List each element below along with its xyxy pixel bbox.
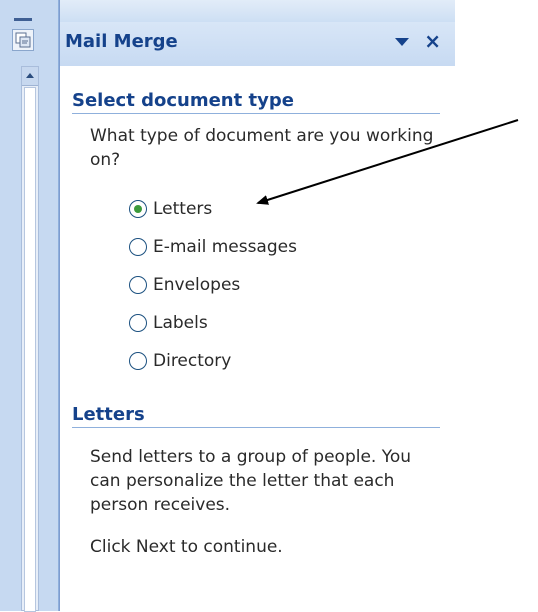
pane-header: Mail Merge × xyxy=(60,22,455,67)
option-email-messages[interactable]: E-mail messages xyxy=(129,234,297,260)
task-pane-icon xyxy=(15,32,31,48)
scroll-thumb[interactable] xyxy=(24,87,36,612)
left-gutter xyxy=(0,0,59,612)
close-icon[interactable]: × xyxy=(424,31,441,51)
mail-merge-pane: Mail Merge × Select document type What t… xyxy=(59,0,455,611)
option-directory[interactable]: Directory xyxy=(129,348,231,374)
option-label: Letters xyxy=(153,199,213,219)
option-label: E-mail messages xyxy=(153,237,297,257)
section-heading-letters: Letters xyxy=(72,404,440,428)
pane-body: Select document type What type of docume… xyxy=(60,66,455,611)
option-label: Directory xyxy=(153,351,232,371)
next-instruction: Click Next to continue. xyxy=(90,537,283,557)
document-type-prompt: What type of document are you working on… xyxy=(90,126,434,170)
radio-letters[interactable] xyxy=(129,200,147,218)
scroll-up-icon xyxy=(26,73,34,78)
section-heading-document-type: Select document type xyxy=(72,90,440,114)
option-label: Labels xyxy=(153,313,208,333)
option-label: Envelopes xyxy=(153,275,241,295)
chevron-down-icon[interactable] xyxy=(395,38,409,46)
scrollbar[interactable] xyxy=(21,66,39,612)
letters-description: Send letters to a group of people. You c… xyxy=(90,447,412,515)
radio-envelopes[interactable] xyxy=(129,276,147,294)
pane-title: Mail Merge xyxy=(65,31,178,52)
task-pane-toggle-button[interactable] xyxy=(12,29,34,51)
scroll-up-button[interactable] xyxy=(22,67,38,86)
option-envelopes[interactable]: Envelopes xyxy=(129,272,240,298)
radio-labels[interactable] xyxy=(129,314,147,332)
option-letters[interactable]: Letters xyxy=(129,196,212,222)
radio-email-messages[interactable] xyxy=(129,238,147,256)
pane-top-strip xyxy=(60,0,455,22)
grip-handle[interactable] xyxy=(14,18,32,21)
radio-directory[interactable] xyxy=(129,352,147,370)
option-labels[interactable]: Labels xyxy=(129,310,208,336)
